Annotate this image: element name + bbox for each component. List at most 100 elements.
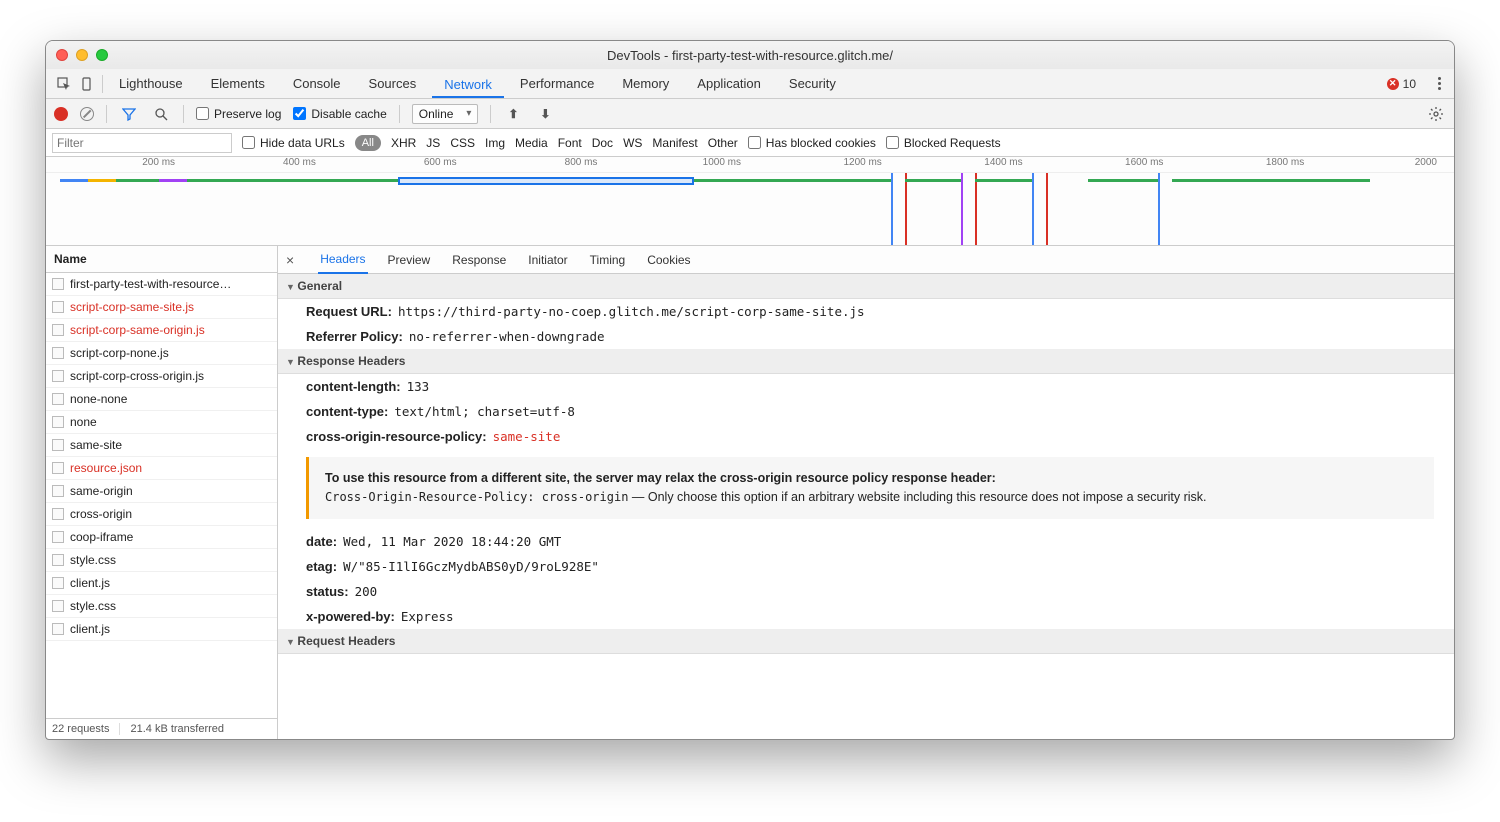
tab-lighthouse[interactable]: Lighthouse — [107, 70, 195, 97]
tab-memory[interactable]: Memory — [610, 70, 681, 97]
close-icon[interactable]: × — [286, 252, 300, 268]
file-icon — [52, 301, 64, 313]
disable-cache-label: Disable cache — [311, 107, 386, 121]
request-row[interactable]: style.css — [46, 595, 277, 618]
blocked-requests-checkbox[interactable]: Blocked Requests — [886, 136, 1001, 150]
throttling-select[interactable]: Online — [412, 104, 479, 124]
filter-type-ws[interactable]: WS — [623, 136, 642, 150]
more-icon[interactable] — [1432, 77, 1446, 90]
file-icon — [52, 531, 64, 543]
requests-count: 22 requests — [52, 723, 109, 735]
request-row[interactable]: coop-iframe — [46, 526, 277, 549]
dtab-response[interactable]: Response — [450, 247, 508, 273]
hide-data-urls-label: Hide data URLs — [260, 136, 345, 150]
clear-icon[interactable] — [80, 107, 94, 121]
filter-type-media[interactable]: Media — [515, 136, 548, 150]
corp-info-code: Cross-Origin-Resource-Policy: cross-orig… — [325, 490, 628, 504]
filter-input[interactable] — [52, 133, 232, 153]
preserve-log-label: Preserve log — [214, 107, 281, 121]
request-name: client.js — [70, 576, 110, 590]
file-icon — [52, 623, 64, 635]
requests-list[interactable]: first-party-test-with-resource…script-co… — [46, 273, 277, 718]
filter-type-xhr[interactable]: XHR — [391, 136, 416, 150]
file-icon — [52, 554, 64, 566]
request-row[interactable]: resource.json — [46, 457, 277, 480]
filter-type-js[interactable]: JS — [426, 136, 440, 150]
section-response-headers[interactable]: Response Headers — [278, 349, 1454, 374]
tick-label: 1600 ms — [1125, 157, 1163, 168]
request-row[interactable]: script-corp-same-site.js — [46, 296, 277, 319]
search-icon[interactable] — [151, 104, 171, 124]
device-icon[interactable] — [78, 74, 98, 94]
request-row[interactable]: client.js — [46, 572, 277, 595]
disable-cache-checkbox[interactable]: Disable cache — [293, 107, 386, 121]
filter-type-other[interactable]: Other — [708, 136, 738, 150]
inspect-icon[interactable] — [54, 74, 74, 94]
status-header: status:200 — [278, 579, 1454, 604]
record-icon[interactable] — [54, 107, 68, 121]
timeline-waterfall[interactable] — [46, 173, 1454, 245]
blocked-cookies-label: Has blocked cookies — [766, 136, 876, 150]
filter-type-doc[interactable]: Doc — [592, 136, 613, 150]
request-row[interactable]: same-origin — [46, 480, 277, 503]
preserve-log-checkbox[interactable]: Preserve log — [196, 107, 281, 121]
request-row[interactable]: client.js — [46, 618, 277, 641]
tab-network[interactable]: Network — [432, 71, 504, 98]
tab-console[interactable]: Console — [281, 70, 353, 97]
detail-tabs: × Headers Preview Response Initiator Tim… — [278, 246, 1454, 274]
corp-header: cross-origin-resource-policy:same-site — [278, 424, 1454, 449]
filter-type-manifest[interactable]: Manifest — [652, 136, 697, 150]
dtab-preview[interactable]: Preview — [386, 247, 433, 273]
dtab-cookies[interactable]: Cookies — [645, 247, 692, 273]
corp-info-text: — Only choose this option if an arbitrar… — [628, 490, 1206, 504]
tick-label: 600 ms — [424, 157, 457, 168]
filter-row: Hide data URLs All XHR JS CSS Img Media … — [46, 129, 1454, 157]
request-row[interactable]: none-none — [46, 388, 277, 411]
hide-data-urls-checkbox[interactable]: Hide data URLs — [242, 136, 345, 150]
request-row[interactable]: none — [46, 411, 277, 434]
request-row[interactable]: cross-origin — [46, 503, 277, 526]
tab-elements[interactable]: Elements — [199, 70, 277, 97]
request-name: style.css — [70, 553, 116, 567]
filter-type-font[interactable]: Font — [558, 136, 582, 150]
request-row[interactable]: script-corp-none.js — [46, 342, 277, 365]
dtab-headers[interactable]: Headers — [318, 246, 367, 274]
error-count[interactable]: ✕ 10 — [1387, 77, 1416, 91]
devtools-window: DevTools - first-party-test-with-resourc… — [45, 40, 1455, 740]
request-row[interactable]: script-corp-same-origin.js — [46, 319, 277, 342]
request-row[interactable]: style.css — [46, 549, 277, 572]
request-name: none — [70, 415, 97, 429]
download-icon[interactable]: ⬇ — [535, 104, 555, 124]
blocked-cookies-checkbox[interactable]: Has blocked cookies — [748, 136, 876, 150]
upload-icon[interactable]: ⬆ — [503, 104, 523, 124]
dtab-initiator[interactable]: Initiator — [526, 247, 569, 273]
detail-body[interactable]: General Request URL:https://third-party-… — [278, 274, 1454, 739]
tick-label: 1200 ms — [843, 157, 881, 168]
filter-type-all[interactable]: All — [355, 135, 381, 151]
dtab-timing[interactable]: Timing — [588, 247, 628, 273]
section-request-headers[interactable]: Request Headers — [278, 629, 1454, 654]
window-title: DevTools - first-party-test-with-resourc… — [46, 48, 1454, 63]
tab-sources[interactable]: Sources — [357, 70, 429, 97]
content-length: content-length:133 — [278, 374, 1454, 399]
tab-application[interactable]: Application — [685, 70, 773, 97]
throttling-value: Online — [419, 107, 454, 121]
filter-type-css[interactable]: CSS — [450, 136, 475, 150]
gear-icon[interactable] — [1426, 104, 1446, 124]
request-row[interactable]: script-corp-cross-origin.js — [46, 365, 277, 388]
network-panel-body: Name first-party-test-with-resource…scri… — [46, 246, 1454, 739]
tick-label: 1800 ms — [1266, 157, 1304, 168]
timeline-overview[interactable]: 200 ms 400 ms 600 ms 800 ms 1000 ms 1200… — [46, 157, 1454, 246]
filter-icon[interactable] — [119, 104, 139, 124]
file-icon — [52, 278, 64, 290]
tab-performance[interactable]: Performance — [508, 70, 606, 97]
filter-type-img[interactable]: Img — [485, 136, 505, 150]
file-icon — [52, 508, 64, 520]
request-url: Request URL:https://third-party-no-coep.… — [278, 299, 1454, 324]
request-row[interactable]: same-site — [46, 434, 277, 457]
request-row[interactable]: first-party-test-with-resource… — [46, 273, 277, 296]
section-general[interactable]: General — [278, 274, 1454, 299]
requests-header[interactable]: Name — [46, 246, 277, 273]
request-name: cross-origin — [70, 507, 132, 521]
tab-security[interactable]: Security — [777, 70, 848, 97]
